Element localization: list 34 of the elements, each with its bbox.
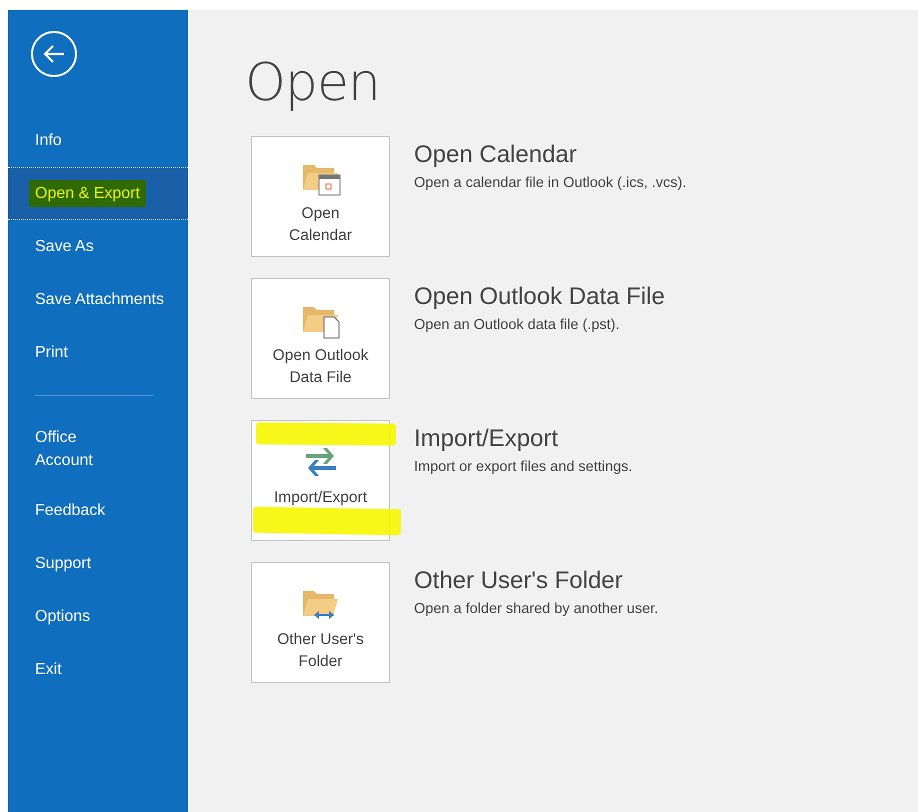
item-label: Support — [35, 554, 92, 574]
action-title: Open Calendar — [414, 140, 578, 170]
action-tile[interactable]: Open Calendar — [251, 136, 390, 257]
action-title: Open Outlook Data File — [414, 282, 665, 312]
sidebar-item[interactable]: Exit — [8, 643, 188, 696]
sidebar-item[interactable]: Support — [8, 537, 188, 590]
sidebar-item[interactable]: Info — [8, 114, 188, 167]
item-label: Save Attachments — [35, 290, 164, 310]
sidebar-item[interactable]: Options — [8, 590, 188, 643]
item-label: Print — [35, 343, 68, 363]
back-button[interactable] — [31, 31, 77, 77]
item-label: Office Account — [35, 428, 93, 471]
action-title: Other User's Folder — [414, 566, 624, 596]
sidebar-item[interactable]: Open & Export — [8, 167, 188, 220]
page-title: Open — [245, 52, 381, 114]
item-label: Info — [35, 131, 62, 151]
action-description: Open a folder shared by another user. — [414, 600, 658, 619]
item-label: Exit — [35, 660, 62, 680]
action-tile[interactable]: Other User's Folder — [251, 562, 390, 683]
sidebar-item[interactable]: Save Attachments — [8, 273, 188, 326]
sidebar-item[interactable]: Save As — [8, 220, 188, 273]
action-tile[interactable]: Open Outlook Data File — [251, 278, 390, 399]
sidebar-item[interactable]: Feedback — [8, 484, 188, 537]
sidebar-item[interactable]: Print — [8, 326, 188, 379]
action-description: Open an Outlook data file (.pst). — [414, 316, 621, 335]
highlighted-label: Open & Export — [29, 180, 146, 207]
action-description: Open a calendar file in Outlook (.ics, .vcs). — [414, 174, 686, 193]
back-arrow-icon — [42, 44, 66, 64]
item-label: Options — [35, 607, 90, 627]
action-title: Import/Export — [414, 424, 560, 454]
item-label: Save As — [35, 237, 94, 257]
sidebar-item[interactable]: Office Account — [8, 414, 188, 484]
item-label: Feedback — [35, 501, 106, 521]
action-description: Import or export files and settings. — [414, 458, 632, 477]
